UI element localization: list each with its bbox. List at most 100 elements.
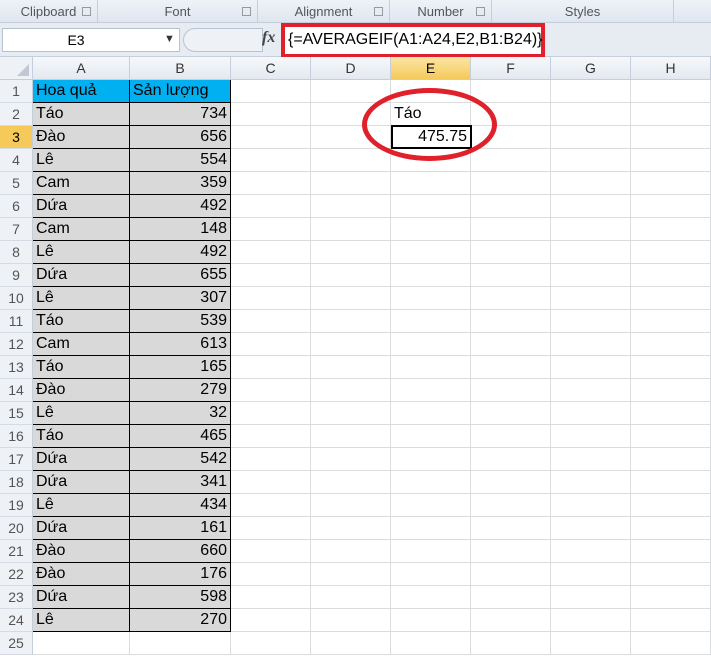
ribbon-group-styles[interactable]: Styles bbox=[492, 0, 674, 23]
output-cell[interactable]: 434 bbox=[130, 494, 231, 517]
cell[interactable] bbox=[391, 586, 471, 609]
cell[interactable] bbox=[631, 494, 711, 517]
cell[interactable] bbox=[551, 540, 631, 563]
cell[interactable] bbox=[311, 494, 391, 517]
active-cell-e3[interactable]: 475.75 bbox=[391, 125, 472, 149]
row-header-3[interactable]: 3 bbox=[0, 126, 33, 149]
cell[interactable] bbox=[631, 103, 711, 126]
cell[interactable] bbox=[551, 356, 631, 379]
cell[interactable] bbox=[631, 241, 711, 264]
output-cell[interactable]: 465 bbox=[130, 425, 231, 448]
cell[interactable] bbox=[551, 448, 631, 471]
cell[interactable] bbox=[231, 126, 311, 149]
cell[interactable] bbox=[631, 149, 711, 172]
cell[interactable] bbox=[391, 540, 471, 563]
ribbon-group-clipboard[interactable]: Clipboard bbox=[0, 0, 98, 23]
cell[interactable] bbox=[33, 632, 130, 655]
ribbon-group-alignment[interactable]: Alignment bbox=[258, 0, 390, 23]
cell[interactable] bbox=[311, 356, 391, 379]
output-cell[interactable]: 165 bbox=[130, 356, 231, 379]
cell[interactable] bbox=[631, 586, 711, 609]
cell[interactable] bbox=[311, 241, 391, 264]
cell[interactable] bbox=[311, 517, 391, 540]
row-header-25[interactable]: 25 bbox=[0, 632, 33, 655]
cell[interactable] bbox=[311, 103, 391, 126]
output-cell[interactable]: 734 bbox=[130, 103, 231, 126]
row-header-17[interactable]: 17 bbox=[0, 448, 33, 471]
cell[interactable] bbox=[471, 126, 551, 149]
output-cell[interactable]: 655 bbox=[130, 264, 231, 287]
output-cell[interactable]: 492 bbox=[130, 195, 231, 218]
row-header-5[interactable]: 5 bbox=[0, 172, 33, 195]
row-header-4[interactable]: 4 bbox=[0, 149, 33, 172]
fruit-cell[interactable]: Lê bbox=[33, 402, 130, 425]
cell[interactable] bbox=[551, 264, 631, 287]
criteria-cell-e2[interactable]: Táo bbox=[391, 103, 471, 126]
cell[interactable] bbox=[551, 632, 631, 655]
cell[interactable] bbox=[231, 287, 311, 310]
output-cell[interactable]: 613 bbox=[130, 333, 231, 356]
cell[interactable] bbox=[551, 149, 631, 172]
cell[interactable] bbox=[631, 379, 711, 402]
output-cell[interactable]: 307 bbox=[130, 287, 231, 310]
cell[interactable] bbox=[471, 540, 551, 563]
cell[interactable] bbox=[391, 80, 471, 103]
cell[interactable] bbox=[551, 517, 631, 540]
cell[interactable] bbox=[231, 264, 311, 287]
table-header-fruit[interactable]: Hoa quả bbox=[33, 80, 130, 103]
cell[interactable] bbox=[631, 126, 711, 149]
cell[interactable] bbox=[391, 172, 471, 195]
row-header-21[interactable]: 21 bbox=[0, 540, 33, 563]
output-cell[interactable]: 161 bbox=[130, 517, 231, 540]
cell[interactable] bbox=[231, 218, 311, 241]
cell[interactable] bbox=[631, 471, 711, 494]
cell[interactable] bbox=[551, 103, 631, 126]
cell[interactable] bbox=[551, 333, 631, 356]
fruit-cell[interactable]: Dứa bbox=[33, 448, 130, 471]
cell[interactable] bbox=[231, 609, 311, 632]
cell[interactable] bbox=[391, 264, 471, 287]
output-cell[interactable]: 656 bbox=[130, 126, 231, 149]
fruit-cell[interactable]: Dứa bbox=[33, 471, 130, 494]
row-header-23[interactable]: 23 bbox=[0, 586, 33, 609]
column-header-e[interactable]: E bbox=[391, 57, 471, 80]
cell[interactable] bbox=[471, 379, 551, 402]
fruit-cell[interactable]: Đào bbox=[33, 126, 130, 149]
cell[interactable] bbox=[391, 517, 471, 540]
output-cell[interactable]: 341 bbox=[130, 471, 231, 494]
fruit-cell[interactable]: Đào bbox=[33, 379, 130, 402]
cell[interactable] bbox=[551, 310, 631, 333]
column-header-d[interactable]: D bbox=[311, 57, 391, 80]
row-header-6[interactable]: 6 bbox=[0, 195, 33, 218]
column-header-b[interactable]: B bbox=[130, 57, 231, 80]
row-header-1[interactable]: 1 bbox=[0, 80, 33, 103]
fruit-cell[interactable]: Dứa bbox=[33, 517, 130, 540]
row-header-16[interactable]: 16 bbox=[0, 425, 33, 448]
cell[interactable] bbox=[551, 126, 631, 149]
cell[interactable] bbox=[231, 333, 311, 356]
fruit-cell[interactable]: Dứa bbox=[33, 195, 130, 218]
cell[interactable] bbox=[311, 172, 391, 195]
cell[interactable] bbox=[231, 425, 311, 448]
fruit-cell[interactable]: Cam bbox=[33, 218, 130, 241]
cell[interactable] bbox=[391, 195, 471, 218]
fruit-cell[interactable]: Dứa bbox=[33, 586, 130, 609]
cell[interactable] bbox=[231, 149, 311, 172]
dialog-launcher-icon[interactable] bbox=[374, 7, 383, 16]
cell[interactable] bbox=[471, 494, 551, 517]
cell[interactable] bbox=[311, 586, 391, 609]
cell[interactable] bbox=[311, 80, 391, 103]
fruit-cell[interactable]: Lê bbox=[33, 241, 130, 264]
fruit-cell[interactable]: Dứa bbox=[33, 264, 130, 287]
cell[interactable] bbox=[551, 471, 631, 494]
fruit-cell[interactable]: Đào bbox=[33, 563, 130, 586]
cell[interactable] bbox=[391, 287, 471, 310]
cell[interactable] bbox=[231, 632, 311, 655]
fruit-cell[interactable]: Táo bbox=[33, 103, 130, 126]
cell[interactable] bbox=[311, 126, 391, 149]
fruit-cell[interactable]: Lê bbox=[33, 609, 130, 632]
cell[interactable] bbox=[631, 333, 711, 356]
insert-function-icon[interactable]: fx bbox=[262, 29, 275, 47]
cell[interactable] bbox=[471, 195, 551, 218]
cell[interactable] bbox=[231, 379, 311, 402]
